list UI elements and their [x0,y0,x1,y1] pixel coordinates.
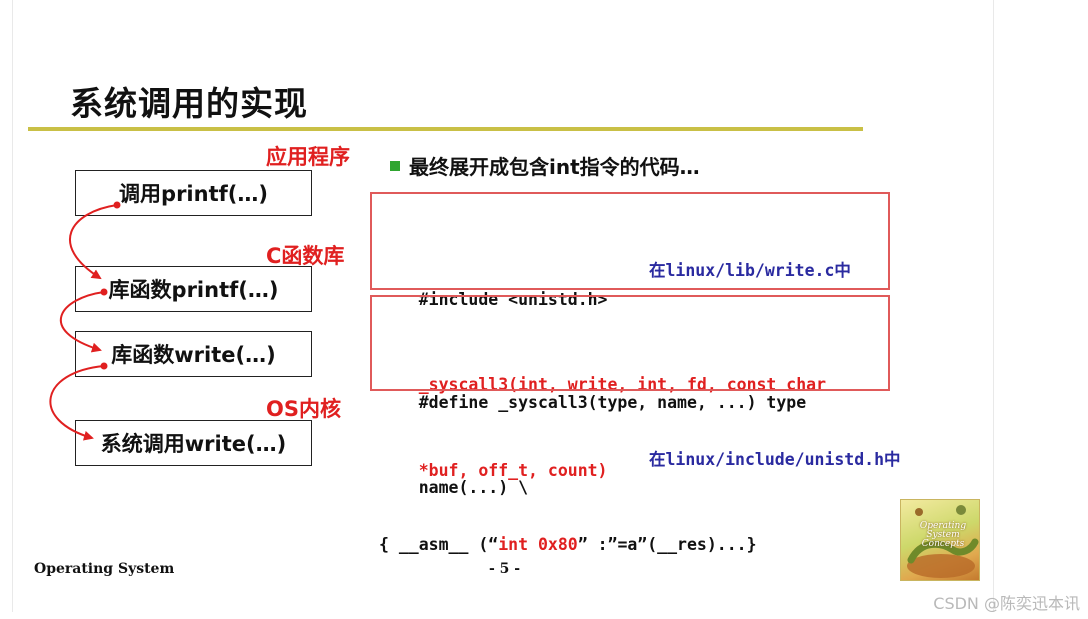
code-line: name(...) \ 在linux/include/unistd.h中 [379,446,901,498]
book-cover-image: Operating System Concepts [900,499,980,581]
code-box-syscall3-define: #define _syscall3(type, name, ...) type … [370,295,901,554]
code-define-syscall3: #define _syscall3(type, name, ...) type [418,392,807,412]
bullet-text: 最终展开成包含int指令的代码… [409,155,700,179]
arrow-printf-to-lib [69,201,121,280]
code-line: #define _syscall3(type, name, ...) type [379,360,882,412]
arrow-write-to-syscall [49,362,108,441]
source-note-unistd-h: 在linux/include/unistd.h中 [649,449,901,469]
footer-course-name: Operating System [34,561,175,577]
code-asm-suffix: ” :”=a”(__res)...} [577,535,757,554]
source-note-write-c: 在linux/lib/write.c中 [649,261,851,280]
code-int-0x80: int 0x80 [498,535,578,554]
arrow-lib-printf-to-write [59,288,108,353]
code-line: #include <unistd.h> 在linux/lib/write.c中 [379,257,882,309]
code-asm-prefix: { __asm__ (“ [379,535,499,554]
bullet-point: 最终展开成包含int指令的代码… [390,151,700,180]
code-line: { __asm__ (“int 0x80” :”=a”(__res)...} [379,531,882,560]
footer-page-number: - 5 - [489,561,521,577]
code-define-name: name(...) \ [418,478,529,497]
bullet-square-icon [390,161,400,171]
code-box-syscall3-write: #include <unistd.h> 在linux/lib/write.c中 … [370,192,890,480]
watermark-text: CSDN @陈奕迅本讯 [933,594,1080,613]
book-title: Operating System Concepts [919,521,967,549]
